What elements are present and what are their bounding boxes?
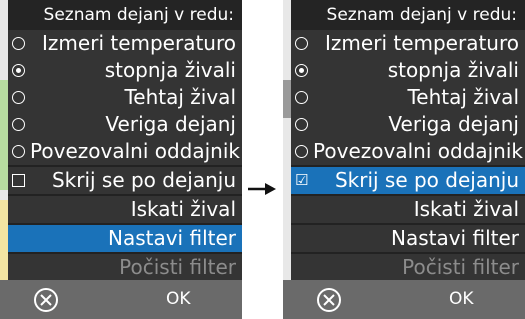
- action-item-label: Počisti filter: [402, 255, 519, 279]
- ok-button[interactable]: OK: [166, 289, 191, 309]
- checkbox-checked-icon[interactable]: ☑: [295, 171, 311, 189]
- action-item-label: Skrij se po dejanju: [334, 168, 519, 192]
- radio-unchecked-icon[interactable]: [12, 145, 25, 158]
- action-item-tehtaj-zival[interactable]: Tehtaj žival: [291, 84, 525, 111]
- action-item-label: Iskati žival: [130, 197, 236, 221]
- action-item-nastavi-filter[interactable]: Nastavi filter: [8, 225, 242, 252]
- cancel-button[interactable]: [317, 288, 341, 312]
- radio-unchecked-icon[interactable]: [295, 37, 308, 50]
- action-item-label: stopnja živali: [104, 58, 236, 82]
- radio-unchecked-icon[interactable]: [12, 37, 25, 50]
- dialog-footer: OK: [0, 280, 242, 319]
- action-list-after: Seznam dejanj v redu: Izmeri temperaturo…: [291, 0, 525, 281]
- action-item-stopnja-zivali[interactable]: stopnja živali: [291, 57, 525, 84]
- radio-checked-icon[interactable]: [295, 64, 308, 77]
- action-item-veriga-dejanj[interactable]: Veriga dejanj: [291, 111, 525, 138]
- action-item-label: Povezovalni oddajnik: [313, 139, 523, 163]
- action-item-label: Povezovalni oddajnik: [30, 139, 240, 163]
- action-item-label: Iskati žival: [413, 197, 519, 221]
- action-item-label: Skrij se po dejanju: [51, 168, 236, 192]
- list-title: Seznam dejanj v redu:: [8, 0, 242, 30]
- action-item-veriga-dejanj[interactable]: Veriga dejanj: [8, 111, 242, 138]
- action-item-povezovalni-oddajnik[interactable]: Povezovalni oddajnik: [291, 138, 525, 165]
- action-item-iskati-zival[interactable]: Iskati žival: [8, 196, 242, 223]
- cancel-button[interactable]: [34, 288, 58, 312]
- list-title: Seznam dejanj v redu:: [291, 0, 525, 30]
- action-item-label: stopnja živali: [387, 58, 519, 82]
- action-item-izmeri-temperaturo[interactable]: Izmeri temperaturo: [291, 30, 525, 57]
- menu-panel-after: Seznam dejanj v redu: Izmeri temperaturo…: [283, 0, 525, 319]
- action-item-label: Veriga dejanj: [388, 112, 519, 136]
- radio-unchecked-icon[interactable]: [295, 91, 308, 104]
- action-item-pocisti-filter: Počisti filter: [291, 254, 525, 281]
- action-item-iskati-zival[interactable]: Iskati žival: [291, 196, 525, 223]
- action-item-skrij-se-po-dejanju[interactable]: ☑ Skrij se po dejanju: [291, 167, 525, 194]
- menu-panel-before: Seznam dejanj v redu: Izmeri temperaturo…: [0, 0, 242, 319]
- radio-checked-icon[interactable]: [12, 64, 25, 77]
- action-item-label: Počisti filter: [119, 255, 236, 279]
- radio-unchecked-icon[interactable]: [12, 91, 25, 104]
- radio-unchecked-icon[interactable]: [12, 118, 25, 131]
- ok-button[interactable]: OK: [449, 289, 474, 309]
- circle-x-icon: [323, 294, 335, 306]
- action-item-label: Izmeri temperaturo: [42, 31, 236, 55]
- action-list-before: Seznam dejanj v redu: Izmeri temperaturo…: [8, 0, 242, 281]
- action-item-nastavi-filter[interactable]: Nastavi filter: [291, 225, 525, 252]
- dialog-footer: OK: [283, 280, 525, 319]
- action-item-label: Tehtaj žival: [124, 85, 236, 109]
- action-item-label: Nastavi filter: [107, 226, 236, 250]
- action-item-tehtaj-zival[interactable]: Tehtaj žival: [8, 84, 242, 111]
- action-item-skrij-se-po-dejanju[interactable]: Skrij se po dejanju: [8, 167, 242, 194]
- action-item-povezovalni-oddajnik[interactable]: Povezovalni oddajnik: [8, 138, 242, 165]
- action-item-label: Izmeri temperaturo: [325, 31, 519, 55]
- action-item-stopnja-zivali[interactable]: stopnja živali: [8, 57, 242, 84]
- radio-unchecked-icon[interactable]: [295, 145, 308, 158]
- checkbox-unchecked-icon[interactable]: [12, 174, 25, 187]
- action-item-izmeri-temperaturo[interactable]: Izmeri temperaturo: [8, 30, 242, 57]
- action-item-label: Veriga dejanj: [105, 112, 236, 136]
- action-item-label: Tehtaj žival: [407, 85, 519, 109]
- radio-unchecked-icon[interactable]: [295, 118, 308, 131]
- right-arrow-icon: [248, 183, 276, 195]
- action-item-pocisti-filter: Počisti filter: [8, 254, 242, 281]
- action-item-label: Nastavi filter: [390, 226, 519, 250]
- circle-x-icon: [40, 294, 52, 306]
